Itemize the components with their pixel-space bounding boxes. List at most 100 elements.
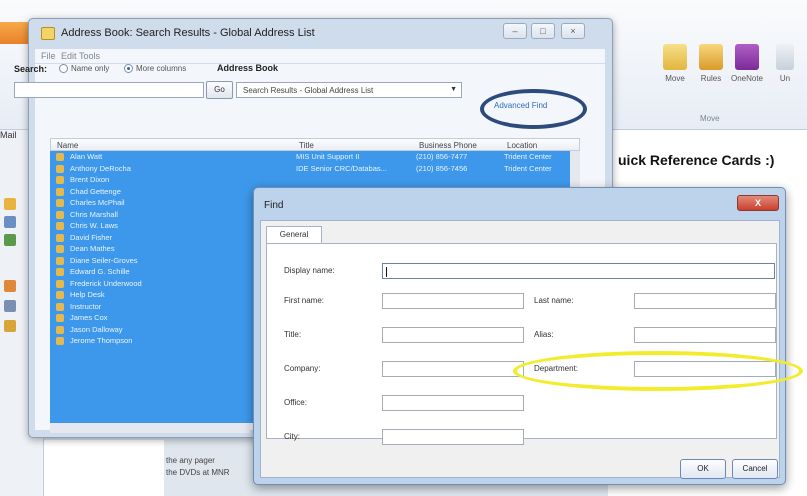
row-name: Jason Dalloway: [70, 324, 123, 334]
row-name: Instructor: [70, 301, 102, 311]
onenote-label: OneNote: [730, 74, 764, 83]
row-name: Chad Gettenge: [70, 186, 121, 196]
results-header: Name Title Business Phone Location: [50, 138, 580, 151]
row-name: Frederick Underwood: [70, 278, 142, 288]
find-dialog-title: Find: [264, 200, 284, 211]
col-title[interactable]: Title: [299, 141, 314, 150]
contact-icon: [56, 164, 64, 173]
cancel-button[interactable]: Cancel: [732, 459, 778, 479]
results-horizontal-scrollbar[interactable]: [50, 423, 250, 433]
row-name: Brent Dixon: [70, 175, 110, 184]
contact-icon: [56, 176, 64, 184]
onenote-icon: [735, 44, 759, 70]
display-name-label: Display name:: [284, 266, 335, 275]
display-name-input[interactable]: [382, 263, 775, 279]
unread-label: Un: [779, 74, 791, 83]
alias-label: Alias:: [534, 330, 554, 339]
office-label: Office:: [284, 398, 307, 407]
search-input[interactable]: [14, 82, 204, 98]
address-book-label: Address Book: [217, 63, 279, 73]
table-row[interactable]: Alan Watt MIS Unit Support II (210) 856-74…: [50, 151, 570, 163]
close-button[interactable]: ×: [561, 23, 585, 39]
row-phone: (210) 856-7456: [416, 163, 468, 173]
city-label: City:: [284, 432, 300, 441]
preview-line-2: the DVDs at MNR: [166, 468, 230, 477]
row-location: Trident Center: [504, 163, 552, 173]
table-row[interactable]: Brent Dixon: [50, 174, 570, 186]
city-input[interactable]: [382, 429, 524, 445]
row-title: MIS Unit Support II: [296, 152, 360, 161]
address-book-icon: [41, 27, 55, 40]
rules-icon: [699, 44, 723, 70]
title-input[interactable]: [382, 327, 524, 343]
move-icon: [663, 44, 687, 70]
col-name[interactable]: Name: [57, 141, 78, 150]
calendar-icon[interactable]: [4, 198, 16, 210]
contact-icon: [56, 210, 64, 219]
contact-icon: [56, 222, 64, 230]
move-label: Move: [665, 74, 685, 83]
contact-icon: [56, 325, 64, 334]
first-name-input[interactable]: [382, 293, 524, 309]
row-name: Edward G. Schille: [70, 267, 130, 276]
advanced-find-highlight: [480, 89, 587, 129]
col-location[interactable]: Location: [507, 141, 537, 150]
search-label: Search:: [14, 64, 48, 74]
table-row[interactable]: Anthony DeRocha IDE Senior CRC/Databas...…: [50, 163, 570, 175]
name-only-label[interactable]: Name only: [71, 64, 109, 73]
row-name: Charles McPhail: [70, 198, 125, 207]
title-label: Title:: [284, 330, 302, 339]
row-name: Chris W. Laws: [70, 221, 118, 230]
menu-file[interactable]: File: [41, 51, 56, 61]
mail-nav-label[interactable]: Mail: [0, 130, 17, 140]
folder-icon[interactable]: [4, 300, 16, 312]
first-name-label: First name:: [284, 296, 325, 305]
row-name: James Cox: [70, 313, 108, 322]
contact-icon: [56, 187, 64, 196]
tasks-icon[interactable]: [4, 234, 16, 246]
minimize-button[interactable]: –: [503, 23, 527, 39]
address-book-title: Address Book: Search Results - Global Ad…: [61, 27, 315, 39]
office-input[interactable]: [382, 395, 524, 411]
col-phone[interactable]: Business Phone: [419, 141, 477, 150]
more-columns-radio[interactable]: [124, 64, 133, 73]
maximize-button[interactable]: □: [531, 23, 555, 39]
find-close-button[interactable]: X: [737, 195, 779, 211]
company-input[interactable]: [382, 361, 524, 377]
preview-line-1: the any pager: [166, 456, 215, 465]
go-button[interactable]: Go: [206, 81, 233, 99]
menu-tools[interactable]: Tools: [79, 51, 100, 61]
move-group-label: Move: [700, 114, 720, 123]
rules-button[interactable]: Rules: [694, 44, 728, 83]
last-name-input[interactable]: [634, 293, 776, 309]
alias-input[interactable]: [634, 327, 776, 343]
tab-general[interactable]: General: [266, 226, 322, 243]
contact-icon: [56, 245, 64, 253]
text-cursor: [386, 267, 387, 277]
unread-button[interactable]: Un: [770, 44, 800, 83]
contacts-icon[interactable]: [4, 216, 16, 228]
company-label: Company:: [284, 364, 321, 373]
contact-icon: [56, 268, 64, 276]
row-name: Alan Watt: [70, 152, 103, 161]
file-tab[interactable]: [0, 22, 30, 44]
menu-bar: File Edit Tools: [35, 49, 605, 63]
row-location: Trident Center: [504, 152, 552, 161]
ok-button[interactable]: OK: [680, 459, 726, 479]
onenote-button[interactable]: OneNote: [730, 44, 764, 83]
address-book-select[interactable]: Search Results - Global Address List ▼: [236, 82, 462, 98]
row-phone: (210) 856-7477: [416, 152, 468, 161]
name-only-radio[interactable]: [59, 64, 68, 73]
more-columns-label[interactable]: More columns: [136, 64, 186, 73]
reading-pane-title: uick Reference Cards :): [618, 152, 775, 168]
row-name: Anthony DeRocha: [70, 163, 131, 173]
address-book-select-value: Search Results - Global Address List: [243, 86, 374, 95]
contact-icon: [56, 233, 64, 242]
move-button[interactable]: Move: [658, 44, 692, 83]
menu-edit[interactable]: Edit: [61, 51, 77, 61]
contact-icon: [56, 153, 64, 161]
row-name: Jerome Thompson: [70, 336, 133, 345]
shortcut-icon[interactable]: [4, 320, 16, 332]
last-name-label: Last name:: [534, 296, 574, 305]
notes-icon[interactable]: [4, 280, 16, 292]
